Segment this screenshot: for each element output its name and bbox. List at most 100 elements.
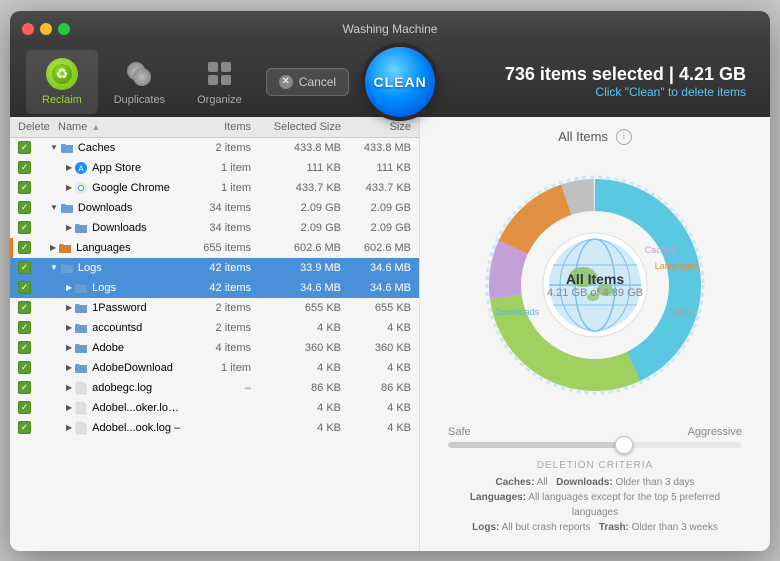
file-row[interactable]: ▶ A App Store 1 item 111 KB 111 KB	[10, 158, 419, 178]
file-size: 86 KB	[341, 382, 411, 394]
col-name-header[interactable]: Name ▲	[58, 121, 181, 133]
file-icon	[74, 421, 88, 435]
file-name: App Store	[92, 162, 141, 174]
close-button[interactable]	[22, 23, 34, 35]
deletion-criteria-section: DELETION CRITERIA Caches: All Downloads:…	[432, 456, 758, 539]
svg-text:Languages: Languages	[655, 261, 700, 271]
file-row[interactable]: ▶ Adobe 4 items 360 KB 360 KB	[10, 338, 419, 358]
organize-icon	[203, 58, 235, 90]
slider-section: Safe Aggressive	[432, 418, 758, 456]
file-checkbox[interactable]	[18, 341, 31, 354]
minimize-button[interactable]	[40, 23, 52, 35]
reclaim-button[interactable]: Reclaim	[26, 50, 98, 114]
file-name: Downloads	[92, 222, 146, 234]
file-row[interactable]: ▶ accountsd 2 items 4 KB 4 KB	[10, 318, 419, 338]
file-checkbox-cell	[18, 341, 50, 354]
file-checkbox[interactable]	[18, 221, 31, 234]
file-icon	[74, 281, 88, 295]
file-checkbox[interactable]	[18, 421, 31, 434]
slider-thumb[interactable]	[615, 436, 633, 454]
duplicates-button[interactable]: Duplicates	[98, 50, 181, 114]
file-checkbox[interactable]	[18, 241, 31, 254]
file-row[interactable]: ▶ Google Chrome 1 item 433.7 KB 433.7 KB	[10, 178, 419, 198]
file-items: 2 items	[181, 142, 251, 154]
file-row[interactable]: ▶ Languages 655 items 602.6 MB 602.6 MB	[10, 238, 419, 258]
file-name: Languages	[76, 242, 130, 254]
selected-count: 736 items selected | 4.21 GB	[505, 64, 746, 85]
file-checkbox-cell	[18, 221, 50, 234]
deletion-criteria-title: DELETION CRITERIA	[448, 460, 742, 471]
reclaim-label: Reclaim	[42, 94, 82, 106]
file-selsize: 360 KB	[251, 342, 341, 354]
file-row[interactable]: ▼ Caches 2 items 433.8 MB 433.8 MB	[10, 138, 419, 158]
svg-text:Caches: Caches	[645, 245, 676, 255]
orange-bar	[10, 238, 13, 258]
organize-button[interactable]: Organize	[181, 50, 258, 114]
file-checkbox-cell	[18, 181, 50, 194]
file-checkbox[interactable]	[18, 161, 31, 174]
clean-button[interactable]: CLEAN	[365, 47, 435, 117]
file-row[interactable]: ▶ adobegc.log – 86 KB 86 KB	[10, 378, 419, 398]
file-checkbox-cell	[18, 201, 50, 214]
window-title: Washing Machine	[343, 22, 438, 36]
file-items: 2 items	[181, 322, 251, 334]
file-size: 34.6 MB	[341, 262, 411, 274]
organize-label: Organize	[197, 94, 242, 106]
file-icon: A	[74, 161, 88, 175]
file-icon	[74, 401, 88, 415]
file-name: Adobel...ook.log –	[92, 422, 180, 434]
file-checkbox[interactable]	[18, 141, 31, 154]
cancel-button[interactable]: ✕ Cancel	[266, 68, 349, 96]
file-name: Adobel...oker.log –	[92, 402, 181, 414]
file-row[interactable]: ▶ AdobeDownload 1 item 4 KB 4 KB	[10, 358, 419, 378]
file-checkbox[interactable]	[18, 301, 31, 314]
file-checkbox[interactable]	[18, 261, 31, 274]
file-checkbox[interactable]	[18, 361, 31, 374]
file-icon	[74, 181, 88, 195]
chart-panel: All Items i	[420, 117, 770, 551]
traffic-lights	[22, 23, 70, 35]
file-selsize: 33.9 MB	[251, 262, 341, 274]
file-checkbox[interactable]	[18, 181, 31, 194]
file-checkbox[interactable]	[18, 401, 31, 414]
file-checkbox[interactable]	[18, 281, 31, 294]
titlebar: Washing Machine	[10, 11, 770, 47]
info-icon[interactable]: i	[616, 129, 632, 145]
file-size: 433.7 KB	[341, 182, 411, 194]
fullscreen-button[interactable]	[58, 23, 70, 35]
file-size: 2.09 GB	[341, 222, 411, 234]
file-items: 2 items	[181, 302, 251, 314]
file-name: Caches	[78, 142, 115, 154]
file-selsize: 86 KB	[251, 382, 341, 394]
file-items: 1 item	[181, 182, 251, 194]
file-row[interactable]: ▶ 1Password 2 items 655 KB 655 KB	[10, 298, 419, 318]
file-row[interactable]: ▼ Logs 42 items 33.9 MB 34.6 MB	[10, 258, 419, 278]
column-headers: Delete Name ▲ Items Selected Size Size	[10, 117, 419, 138]
file-icon	[74, 301, 88, 315]
file-row[interactable]: ▶ Adobel...oker.log – 4 KB 4 KB	[10, 398, 419, 418]
file-selsize: 602.6 MB	[251, 242, 341, 254]
duplicates-label: Duplicates	[114, 94, 165, 106]
file-items: 655 items	[181, 242, 251, 254]
file-checkbox[interactable]	[18, 381, 31, 394]
file-items: 1 item	[181, 362, 251, 374]
file-row[interactable]: ▼ Downloads 34 items 2.09 GB 2.09 GB	[10, 198, 419, 218]
file-checkbox[interactable]	[18, 321, 31, 334]
donut-chart-container: Caches Languages Trash Downloads All Ite…	[432, 153, 758, 418]
toolbar: Reclaim Duplicates Organize ✕ Cance	[10, 47, 770, 117]
file-icon	[74, 381, 88, 395]
chart-title: All Items	[558, 129, 608, 144]
file-selsize: 2.09 GB	[251, 202, 341, 214]
file-checkbox[interactable]	[18, 201, 31, 214]
reclaim-icon	[46, 58, 78, 90]
file-items: 4 items	[181, 342, 251, 354]
file-size: 111 KB	[341, 162, 411, 174]
file-row[interactable]: ▶ Downloads 34 items 2.09 GB 2.09 GB	[10, 218, 419, 238]
file-row[interactable]: ▶ Logs 42 items 34.6 MB 34.6 MB	[10, 278, 419, 298]
slider-safe-label: Safe	[448, 426, 471, 438]
file-checkbox-cell	[18, 401, 50, 414]
file-row[interactable]: ▶ Adobel...ook.log – 4 KB 4 KB	[10, 418, 419, 438]
file-checkbox-cell	[18, 301, 50, 314]
clean-label: CLEAN	[373, 74, 426, 90]
slider-track[interactable]	[448, 442, 742, 448]
